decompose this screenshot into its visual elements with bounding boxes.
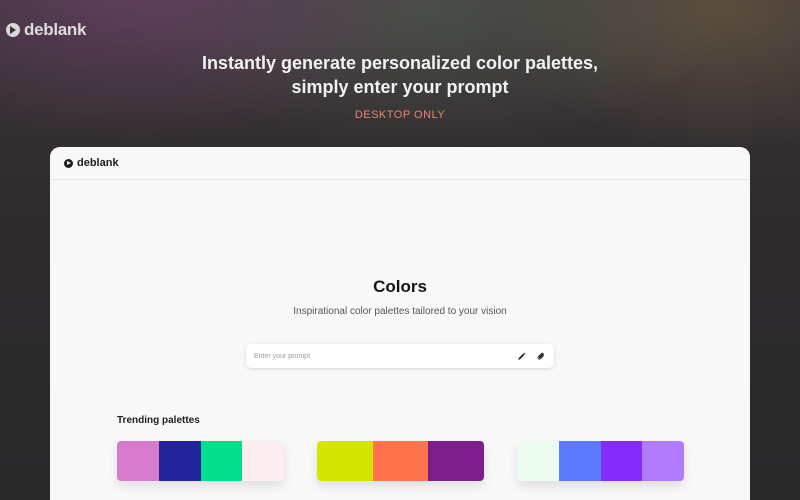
page-title: Colors	[373, 277, 427, 296]
palette-swatch[interactable]	[200, 441, 243, 481]
logo-mark-icon	[6, 23, 20, 37]
palette-swatch[interactable]	[242, 441, 284, 481]
palette-swatch[interactable]	[517, 441, 559, 481]
palette-swatch[interactable]	[600, 441, 643, 481]
hero: Instantly generate personalized color pa…	[0, 51, 800, 121]
site-logo[interactable]: deblank	[6, 20, 86, 40]
page-subtitle: Inspirational color palettes tailored to…	[293, 306, 507, 317]
app-preview-card: deblank Colors Inspirational color palet…	[50, 147, 750, 500]
palette-swatch[interactable]	[642, 441, 684, 481]
palette-card-1[interactable]	[117, 441, 284, 481]
palette-swatch[interactable]	[558, 441, 601, 481]
paperclip-icon[interactable]	[534, 349, 548, 363]
prompt-field	[246, 344, 554, 368]
palette-card-2[interactable]	[317, 441, 484, 481]
palette-swatch[interactable]	[428, 441, 484, 481]
app-logo-mark-icon	[64, 158, 73, 168]
prompt-input[interactable]	[246, 345, 514, 367]
trending-palettes-heading: Trending palettes	[117, 415, 200, 426]
desktop-only-badge: DESKTOP ONLY	[354, 109, 446, 121]
hero-headline-line-2: simply enter your prompt	[291, 77, 509, 97]
palette-swatch[interactable]	[317, 441, 373, 481]
app-logo-text[interactable]: deblank	[77, 157, 119, 169]
palette-swatch[interactable]	[117, 441, 159, 481]
palette-swatch[interactable]	[372, 441, 429, 481]
hero-headline-line-1: Instantly generate personalized color pa…	[201, 53, 599, 73]
site-logo-text: deblank	[24, 20, 87, 39]
palette-card-3[interactable]	[517, 441, 684, 481]
pen-icon[interactable]	[514, 349, 528, 363]
palette-swatch[interactable]	[158, 441, 201, 481]
app-header: deblank	[50, 147, 750, 180]
